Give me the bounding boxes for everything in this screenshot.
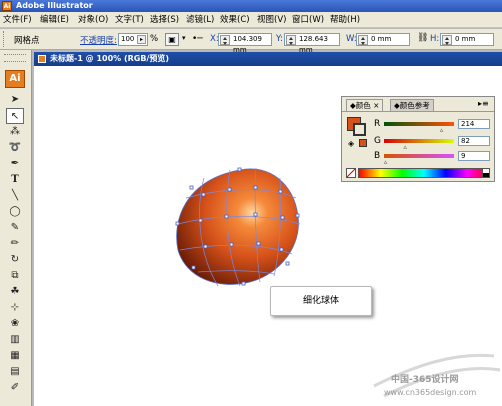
r-label: R	[374, 119, 381, 129]
y-input[interactable]: 128.643 mm	[284, 33, 340, 54]
x-input[interactable]: 104.309 mm	[218, 33, 272, 54]
mesh-sphere[interactable]	[175, 167, 301, 287]
control-bar: 网格点 不透明度: 100 ▸ % ▣ ▾ •─ X: 104.309 mm Y…	[0, 29, 502, 54]
r-slider-thumb[interactable]: ▵	[440, 126, 444, 134]
cube-icon: ◈	[348, 139, 355, 148]
lasso-tool-icon[interactable]: ➰	[6, 140, 24, 156]
opacity-value: 100	[121, 35, 135, 43]
tab-color-label: 颜色	[355, 101, 371, 110]
grip-handle[interactable]	[3, 31, 6, 47]
tooltip: 细化球体	[270, 286, 372, 316]
opacity-dropdown-icon[interactable]: ▸	[137, 35, 146, 44]
h-label: H:	[430, 34, 440, 44]
b-label: B	[374, 151, 381, 161]
toolbox-logo-icon: Ai	[5, 70, 25, 88]
menu-object[interactable]: 对象(O)	[78, 14, 108, 26]
paintbrush-tool-icon[interactable]: ✎	[6, 220, 24, 236]
stroke-swatch[interactable]	[353, 123, 366, 136]
g-label: G	[374, 136, 381, 146]
tab-color-guide-label: 颜色参考	[399, 101, 430, 110]
type-tool-icon[interactable]: T	[6, 172, 24, 188]
direct-selection-tool-icon[interactable]: ↖	[6, 108, 24, 124]
menu-select[interactable]: 选择(S)	[150, 14, 179, 26]
color-panel: ◆颜色 × ◆颜色参考 ▸≡ ◈ R ▵ 214 G ▵ 82 B ▵ 9	[341, 96, 495, 182]
link-proportions-icon[interactable]: ⛓	[417, 33, 428, 43]
g-slider-thumb[interactable]: ▵	[403, 143, 407, 151]
menu-window[interactable]: 窗口(W)	[292, 14, 324, 26]
tab-color-guide[interactable]: ◆颜色参考	[390, 99, 434, 111]
y-spinner-icon[interactable]	[286, 35, 296, 45]
r-slider[interactable]	[384, 122, 454, 126]
panel-divider	[342, 111, 494, 112]
none-color-icon[interactable]	[346, 168, 356, 178]
tab-close-icon[interactable]: ×	[373, 101, 379, 110]
w-input[interactable]: 0 mm	[356, 33, 410, 46]
mesh-tool-icon[interactable]: ▦	[6, 348, 24, 364]
selection-tool-icon[interactable]: ➤	[6, 92, 24, 108]
eyedropper-tool-icon[interactable]: ✐	[6, 380, 24, 396]
menu-bar: 文件(F) 编辑(E) 对象(O) 文字(T) 选择(S) 滤镜(L) 效果(C…	[0, 12, 502, 28]
panel-menu-icon[interactable]: ▸≡	[478, 99, 489, 108]
magic-wand-tool-icon[interactable]: ⁂	[6, 124, 24, 140]
symbol-sprayer-tool-icon[interactable]: ❀	[6, 316, 24, 332]
w-spinner-icon[interactable]	[358, 35, 368, 45]
current-tool-name: 网格点	[14, 36, 40, 46]
color-spectrum-bar[interactable]	[358, 168, 490, 178]
g-value: 82	[461, 137, 470, 145]
anchor-point-icon: •─	[192, 34, 203, 44]
g-slider[interactable]	[384, 139, 454, 143]
menu-view[interactable]: 视图(V)	[257, 14, 286, 26]
x-spinner-icon[interactable]	[220, 35, 230, 45]
menu-file[interactable]: 文件(F)	[3, 14, 32, 26]
last-color-swatch[interactable]	[359, 139, 367, 147]
document-title-bar[interactable]: 未标题-1 @ 100% (RGB/预览)	[34, 52, 502, 66]
reference-point-icon[interactable]: ▣	[165, 33, 179, 46]
ellipse-tool-icon[interactable]: ◯	[6, 204, 24, 220]
h-value: 0 mm	[455, 35, 476, 43]
document-title: 未标题-1 @ 100% (RGB/预览)	[50, 54, 170, 63]
b-value: 9	[461, 152, 466, 160]
rotate-tool-icon[interactable]: ↻	[6, 252, 24, 268]
watermark-url: www.cn365design.com	[384, 388, 477, 397]
r-value: 214	[461, 120, 475, 128]
pencil-tool-icon[interactable]: ✏	[6, 236, 24, 252]
tools-panel: Ai ➤ ↖ ⁂ ➰ ✒ T ╲ ◯ ✎ ✏ ↻ ⧉ ☘ ⊹ ❀ ▥ ▦ ▤ ✐	[0, 50, 32, 406]
h-input[interactable]: 0 mm	[440, 33, 494, 46]
y-label: Y:	[276, 34, 283, 44]
tab-color[interactable]: ◆颜色 ×	[346, 99, 384, 111]
title-bar: Ai Adobe Illustrator	[0, 0, 502, 12]
menu-edit[interactable]: 编辑(E)	[40, 14, 69, 26]
w-value: 0 mm	[371, 35, 392, 43]
b-input[interactable]: 9	[458, 151, 490, 161]
graph-tool-icon[interactable]: ▥	[6, 332, 24, 348]
black-white-swatch[interactable]	[482, 168, 490, 178]
b-slider-thumb[interactable]: ▵	[384, 158, 388, 166]
toolbox-grip[interactable]	[4, 54, 26, 62]
warp-tool-icon[interactable]: ☘	[6, 284, 24, 300]
opacity-link[interactable]: 不透明度:	[80, 34, 117, 46]
menu-effect[interactable]: 效果(C)	[220, 14, 250, 26]
menu-filter[interactable]: 滤镜(L)	[186, 14, 214, 26]
tooltip-text: 细化球体	[302, 296, 339, 306]
g-input[interactable]: 82	[458, 136, 490, 146]
line-tool-icon[interactable]: ╲	[6, 188, 24, 204]
app-logo-icon: Ai	[2, 1, 12, 11]
free-transform-tool-icon[interactable]: ⊹	[6, 300, 24, 316]
menu-help[interactable]: 帮助(H)	[330, 14, 360, 26]
pen-tool-icon[interactable]: ✒	[6, 156, 24, 172]
percent-sign: %	[150, 34, 159, 44]
gradient-tool-icon[interactable]: ▤	[6, 364, 24, 380]
h-spinner-icon[interactable]	[442, 35, 452, 45]
menu-type[interactable]: 文字(T)	[115, 14, 144, 26]
app-title: Adobe Illustrator	[16, 1, 93, 10]
b-slider[interactable]	[384, 154, 454, 158]
dropdown-arrow-icon[interactable]: ▾	[182, 34, 186, 42]
r-input[interactable]: 214	[458, 119, 490, 129]
document-icon	[38, 55, 46, 63]
scale-tool-icon[interactable]: ⧉	[6, 268, 24, 284]
watermark-site-name: 中国-365设计网	[391, 375, 459, 385]
